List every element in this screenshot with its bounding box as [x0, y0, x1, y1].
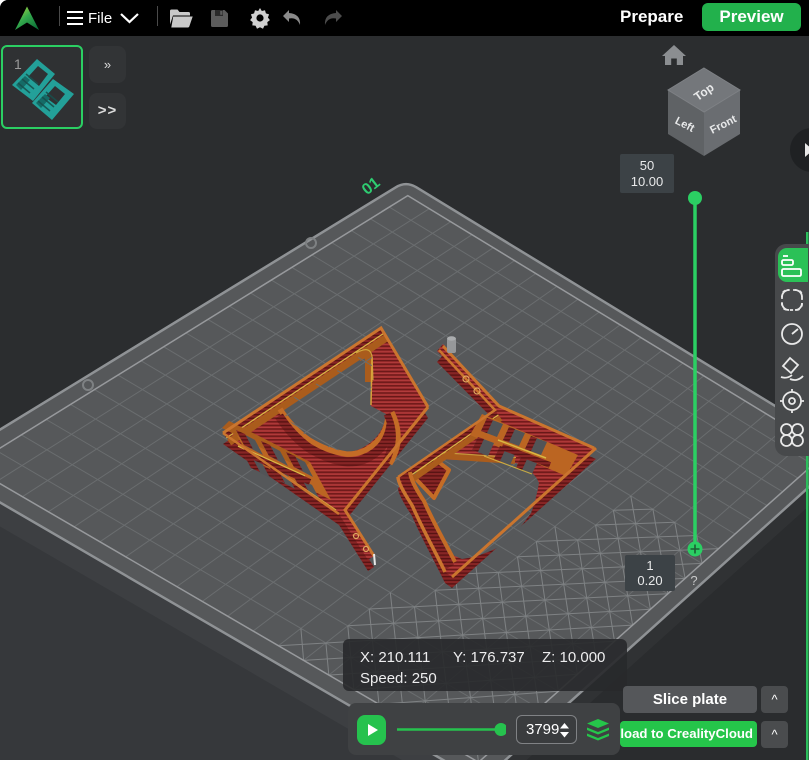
svg-text:1: 1	[646, 558, 653, 573]
svg-text:50: 50	[640, 158, 654, 173]
svg-text:10.00: 10.00	[631, 174, 664, 189]
svg-text:?: ?	[690, 573, 697, 588]
svg-text:0.20: 0.20	[637, 573, 662, 588]
